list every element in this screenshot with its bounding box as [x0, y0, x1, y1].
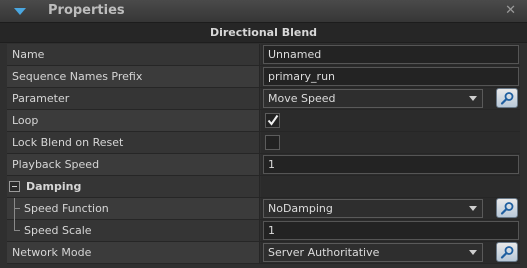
network-mode-search-button[interactable] [496, 242, 518, 262]
chevron-down-icon[interactable] [469, 206, 477, 211]
speed-scale-input[interactable]: 1 [263, 221, 519, 240]
loop-checkbox[interactable] [265, 113, 280, 128]
close-icon[interactable]: ✕ [505, 3, 516, 18]
property-value-cell: Move Speed [261, 88, 520, 109]
damping-label-text: Damping [26, 180, 82, 193]
sequence-prefix-input[interactable]: primary_run [263, 67, 519, 86]
panel-title: Properties [48, 3, 125, 18]
speed-function-search-button[interactable] [496, 198, 518, 218]
property-label-lock-blend: Lock Blend on Reset [7, 132, 260, 153]
property-grid: Name Unnamed Sequence Names Prefix prima… [7, 44, 527, 268]
property-group-label-damping[interactable]: Damping [7, 176, 260, 197]
speed-scale-label-text: Speed Scale [24, 224, 92, 237]
lock-blend-checkbox[interactable] [265, 135, 280, 150]
tree-branch-line [14, 198, 15, 220]
parameter-dropdown-value: Move Speed [268, 92, 336, 105]
speed-function-dropdown[interactable]: NoDamping [263, 199, 483, 218]
property-value-cell [261, 132, 520, 153]
magnifier-icon [500, 92, 514, 105]
property-label-playback-speed: Playback Speed [7, 154, 260, 175]
tree-branch-hook [14, 208, 20, 209]
property-label-name: Name [7, 44, 260, 65]
property-label-loop: Loop [7, 110, 260, 131]
property-value-cell: Server Authoritative [261, 242, 520, 263]
property-label-parameter: Parameter [7, 88, 260, 109]
playback-speed-input[interactable]: 1 [263, 155, 519, 174]
parameter-search-button[interactable] [496, 88, 518, 108]
property-row-network-mode: Network Mode Server Authoritative [7, 242, 520, 264]
property-row-loop: Loop [7, 110, 520, 132]
property-row-name: Name Unnamed [7, 44, 520, 66]
network-mode-dropdown[interactable]: Server Authoritative [263, 243, 483, 262]
property-value-cell: 1 [261, 220, 520, 241]
speed-function-label-text: Speed Function [24, 202, 109, 215]
property-row-lock-blend: Lock Blend on Reset [7, 132, 520, 154]
collapse-triangle-icon[interactable] [14, 8, 26, 15]
property-label-speed-scale: Speed Scale [7, 220, 260, 241]
property-value-cell: Unnamed [261, 44, 520, 65]
property-value-cell: NoDamping [261, 198, 520, 219]
property-label-network-mode: Network Mode [7, 242, 260, 263]
property-label-speed-function: Speed Function [7, 198, 260, 220]
property-row-speed-function: Speed Function NoDamping [7, 198, 520, 220]
network-mode-dropdown-value: Server Authoritative [268, 246, 380, 259]
checkmark-icon [267, 114, 279, 126]
property-value-cell [261, 176, 520, 197]
tree-branch-hook [14, 230, 20, 231]
properties-titlebar[interactable]: Properties ✕ [0, 0, 527, 23]
property-row-sequence-prefix: Sequence Names Prefix primary_run [7, 66, 520, 88]
magnifier-icon [500, 246, 514, 259]
name-input[interactable]: Unnamed [263, 45, 519, 64]
magnifier-icon [500, 202, 514, 215]
property-row-playback-speed: Playback Speed 1 [7, 154, 520, 176]
parameter-dropdown[interactable]: Move Speed [263, 89, 483, 108]
speed-function-dropdown-value: NoDamping [268, 202, 333, 215]
property-value-cell: primary_run [261, 66, 520, 87]
property-row-parameter: Parameter Move Speed [7, 88, 520, 110]
section-title: Directional Blend [0, 23, 527, 43]
property-label-sequence-prefix: Sequence Names Prefix [7, 66, 260, 87]
property-row-speed-scale: Speed Scale 1 [7, 220, 520, 242]
collapse-minus-icon[interactable] [9, 181, 20, 192]
property-value-cell [261, 110, 520, 131]
chevron-down-icon[interactable] [469, 250, 477, 255]
property-group-damping[interactable]: Damping [7, 176, 520, 198]
chevron-down-icon[interactable] [469, 96, 477, 101]
property-value-cell: 1 [261, 154, 520, 175]
